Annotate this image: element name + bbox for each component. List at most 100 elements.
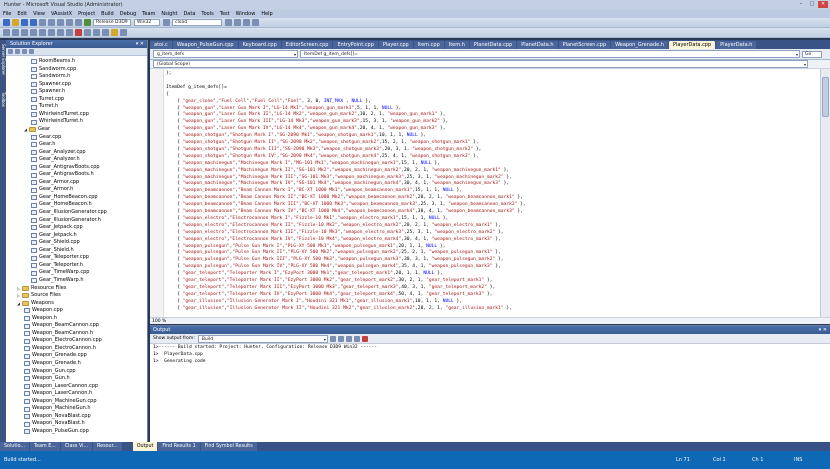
tree-file[interactable]: Weapon_Gun.h [24,375,70,383]
bookmark-icon[interactable] [39,29,46,36]
tree-folder[interactable]: ▷ Resource Files [17,285,67,293]
document-tab[interactable]: PlanetData.cpp [469,41,517,49]
tree-file[interactable]: Weapon_MachineGun.cpp [24,398,97,406]
find-in-files-icon[interactable] [225,19,232,26]
indent-icon[interactable] [3,29,10,36]
expander-icon[interactable]: ◢ [24,126,28,134]
tree-file[interactable]: Gear_HomeBeacon.cpp [31,194,98,202]
word-wrap-icon[interactable] [361,335,368,342]
va-tools-icon[interactable] [120,29,127,36]
menu-vassistx[interactable]: VAssistX [51,11,72,17]
find-message-icon[interactable] [329,335,336,342]
type-combo[interactable]: g_item_defs [153,50,298,58]
save-icon[interactable] [21,19,28,26]
document-tab[interactable]: PlanetScreen.cpp [558,41,611,49]
tree-file[interactable]: Gear_IllusionGenerator.cpp [31,209,107,217]
tree-file[interactable]: Gear_Analyzer.cpp [31,149,86,157]
document-tab[interactable]: Item.cpp [413,41,444,49]
view-code-icon[interactable] [29,49,34,54]
tree-file[interactable]: Gear_Armor.h [31,186,73,194]
menu-project[interactable]: Project [78,11,95,17]
close-button[interactable]: ✕ [818,1,828,8]
document-tab[interactable]: PlanetData.h [517,41,558,49]
tree-folder[interactable]: ◢ Gear [24,126,50,134]
solution-explorer-icon[interactable] [234,19,241,26]
document-tab[interactable]: EntryPoint.cpp [333,41,378,49]
toolbox-icon[interactable] [252,19,259,26]
tree-file[interactable]: Weapon_BeamCannon.cpp [24,322,99,330]
tree-file[interactable]: Turret.cpp [31,96,64,104]
document-tab[interactable]: Weapon_Grenade.h [611,41,668,49]
tree-file[interactable]: Gear.h [31,141,55,149]
zoom-level[interactable]: 100 % [152,319,166,324]
start-debug-icon[interactable] [84,19,91,26]
tree-file[interactable]: Gear_TimeWarp.cpp [31,269,89,277]
go-button[interactable]: Go [802,50,822,58]
tree-file[interactable]: Weapon_ElectroCannon.cpp [24,337,102,345]
editor-scrollbar[interactable] [820,69,830,317]
tree-file[interactable]: Gear_Jetpack.cpp [31,224,83,232]
maximize-button[interactable]: □ [807,1,817,8]
menu-debug[interactable]: Debug [120,11,136,17]
paste-icon[interactable] [57,19,64,26]
menu-file[interactable]: File [3,11,11,17]
bottom-tab[interactable]: Team E... [30,442,60,451]
tree-file[interactable]: Spawner.h [31,88,65,96]
document-tab[interactable]: EditorScreen.cpp [281,41,333,49]
bottom-tab[interactable]: Resour... [93,442,122,451]
find-combo[interactable]: cload [172,19,222,26]
menu-tools[interactable]: Tools [201,11,213,17]
expander-icon[interactable]: ▷ [17,292,21,300]
scroll-thumb[interactable] [822,77,829,117]
output-source-select[interactable]: Build [197,334,328,343]
tree-file[interactable]: Weapon_MachineGun.h [24,405,91,413]
tree-file[interactable]: Weapon_LaserCannon.h [24,390,92,398]
tree-file[interactable]: Weapon.h [24,315,57,323]
menu-edit[interactable]: Edit [17,11,27,17]
tree-file[interactable]: Gear_HomeBeacon.h [31,201,92,209]
tree-file[interactable]: Gear_Teleporter.cpp [31,254,89,262]
tree-file[interactable]: Gear_Analyzer.h [31,156,80,164]
menu-test[interactable]: Test [220,11,230,17]
tree-file[interactable]: Weapon_Gun.cpp [24,368,76,376]
uncomment-icon[interactable] [30,29,37,36]
cut-icon[interactable] [39,19,46,26]
tree-file[interactable]: Gear_Jetpack.h [31,232,77,240]
tree-file[interactable]: Gear_Shield.h [31,247,74,255]
next-bookmark-icon[interactable] [57,29,64,36]
tree-file[interactable]: Turret.h [31,103,58,111]
copy-icon[interactable] [48,19,55,26]
pin-icon[interactable]: ▾ ✕ [136,40,144,48]
tree-file[interactable]: Gear_IllusionGenerator.h [31,217,101,225]
refresh-icon[interactable] [22,49,27,54]
scope-combo[interactable]: (Global Scope) [153,60,808,68]
tree-file[interactable]: Gear_TimeWarp.h [31,277,83,285]
bottom-tab[interactable]: Solutio... [0,442,29,451]
tree-file[interactable]: Sandworm.cpp [31,66,76,74]
minimize-button[interactable]: – [796,1,806,8]
bottom-tab[interactable]: Output [132,442,158,451]
prev-message-icon[interactable] [337,335,344,342]
outdent-icon[interactable] [12,29,19,36]
tree-file[interactable]: Spawner.cpp [31,81,71,89]
va-icon[interactable] [111,29,118,36]
clear-all-icon[interactable] [353,335,360,342]
document-tab[interactable]: Item.h [444,41,469,49]
tree-file[interactable]: Weapon_Grenade.cpp [24,352,87,360]
menu-data[interactable]: Data [183,11,195,17]
step-into-icon[interactable] [84,29,91,36]
properties-icon[interactable] [8,49,13,54]
tree-file[interactable]: WhirlwindTurret.h [31,118,83,126]
show-all-files-icon[interactable] [15,49,20,54]
tree-file[interactable]: Gear_Teleporter.h [31,262,83,270]
config-select[interactable]: Release D3D9 [93,19,131,26]
save-all-icon[interactable] [30,19,37,26]
document-tab[interactable]: atoi.c [150,41,172,49]
menu-help[interactable]: Help [261,11,272,17]
tree-file[interactable]: Gear_AntigravBoots.h [31,171,94,179]
tree-file[interactable]: Weapon_NovaBlast.cpp [24,413,91,421]
tree-file[interactable]: Sandworm.h [31,73,70,81]
bottom-tab[interactable]: Find Results 1 [158,442,200,451]
open-folder-icon[interactable] [12,19,19,26]
menu-build[interactable]: Build [101,11,114,17]
